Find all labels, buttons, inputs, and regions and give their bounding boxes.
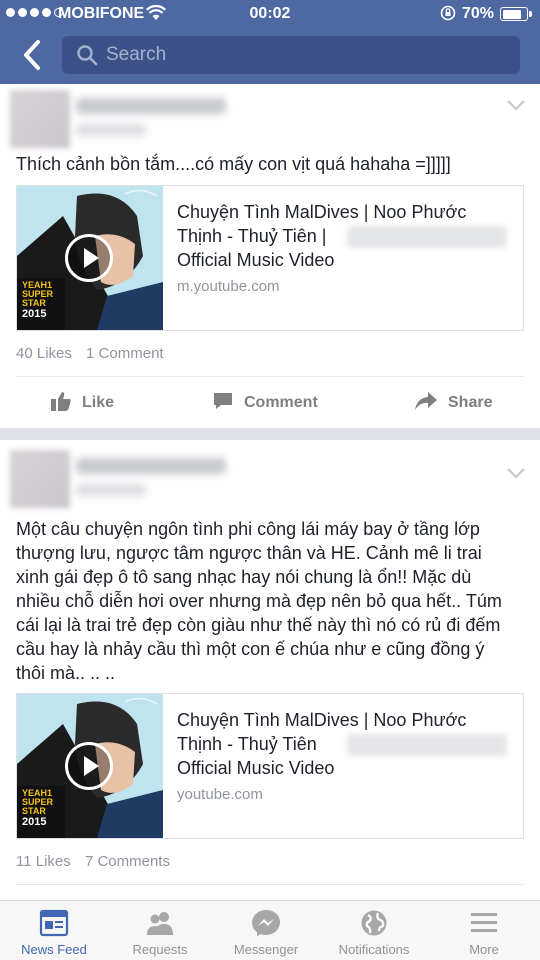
post-text-line: Một câu chuyện ngôn tình phi công lái má…	[16, 519, 480, 539]
comments-count[interactable]: 1 Comment	[86, 345, 164, 362]
thumb-year: 2015	[22, 308, 47, 320]
menu-icon	[469, 909, 499, 937]
thumbs-up-icon	[50, 390, 72, 417]
feed-post: Thích cảnh bồn tắm....có mấy con vịt quá…	[0, 84, 540, 428]
news-feed-icon	[39, 909, 69, 937]
author-name-redacted	[76, 98, 226, 114]
friend-requests-icon	[145, 909, 175, 937]
share-button[interactable]: Share	[414, 378, 492, 428]
link-preview[interactable]: YEAH1 SUPER STAR 2015 Chuyện Tình MalDiv…	[16, 693, 524, 839]
avatar[interactable]	[10, 450, 70, 508]
post-actions: Like Comment Share	[0, 378, 540, 428]
divider	[16, 376, 524, 377]
divider	[16, 884, 524, 885]
search-icon	[76, 44, 98, 66]
tab-more[interactable]: More	[430, 901, 538, 960]
tab-notifications[interactable]: Notifications	[320, 901, 428, 960]
post-text: Một câu chuyện ngôn tình phi công lái má…	[16, 517, 526, 685]
likes-count[interactable]: 40 Likes	[16, 345, 72, 362]
post-text-line: xinh gái đẹp ô tô sang nhạc hay nói chun…	[16, 567, 472, 587]
post-stats[interactable]: 40 Likes 1 Comment	[16, 345, 164, 362]
share-arrow-icon	[414, 390, 438, 417]
video-thumbnail[interactable]: YEAH1 SUPER STAR 2015	[17, 694, 163, 838]
tab-label: Requests	[132, 942, 188, 957]
thumb-text: STAR	[22, 806, 46, 816]
video-thumbnail[interactable]: YEAH1 SUPER STAR 2015	[17, 186, 163, 330]
title-redacted	[347, 734, 507, 756]
post-stats[interactable]: 11 Likes 7 Comments	[16, 853, 170, 870]
post-text-line: cầu hay là nhảy cầu thì một con ế chúa n…	[16, 639, 485, 659]
comment-label: Comment	[244, 394, 318, 411]
messenger-icon	[251, 909, 281, 937]
post-text: Thích cảnh bồn tắm....có mấy con vịt quá…	[16, 154, 451, 174]
status-bar: MOBIFONE 00:02 70%	[0, 0, 540, 28]
chevron-down-icon[interactable]	[506, 466, 526, 480]
back-button[interactable]	[18, 38, 48, 72]
play-icon[interactable]	[65, 742, 113, 790]
comment-icon	[212, 390, 234, 417]
thumb-year: 2015	[22, 816, 47, 828]
play-icon[interactable]	[65, 234, 113, 282]
link-domain: m.youtube.com	[177, 278, 280, 295]
link-title-line: Chuyện Tình MalDives | Noo Phước	[177, 202, 467, 222]
clock: 00:02	[249, 5, 291, 22]
battery-percent: 70%	[462, 5, 495, 22]
battery-icon	[500, 7, 532, 21]
post-text-line: thượng lưu, ngược tâm ngược thân và HE. …	[16, 543, 482, 563]
post-text-line: cái lại là trai trẻ đẹp còn giàu như thế…	[16, 615, 501, 635]
likes-count[interactable]: 11 Likes	[16, 853, 71, 870]
tab-label: Notifications	[338, 942, 410, 957]
share-label: Share	[448, 394, 493, 411]
like-button[interactable]: Like	[50, 378, 114, 428]
author-name-redacted	[76, 458, 226, 474]
tab-label: Messenger	[233, 942, 299, 957]
tab-messenger[interactable]: Messenger	[212, 901, 320, 960]
comment-button[interactable]: Comment	[212, 378, 318, 428]
post-time-redacted	[76, 484, 146, 496]
comments-count[interactable]: 7 Comments	[85, 853, 170, 870]
link-title-line: Official Music Video	[177, 758, 335, 778]
link-title-line: Official Music Video	[177, 250, 335, 270]
tab-bar: News Feed Requests Messenger Notificatio…	[0, 900, 540, 960]
post-text-line: nhiều chỗ diễn hơi over nhưng mà đẹp nên…	[16, 591, 502, 611]
search-input[interactable]: Search	[62, 36, 520, 74]
tab-label: News Feed	[21, 942, 87, 957]
top-bar: MOBIFONE 00:02 70% Search	[0, 0, 540, 84]
globe-icon	[359, 909, 389, 937]
post-time-redacted	[76, 124, 146, 136]
tab-news-feed[interactable]: News Feed	[0, 901, 108, 960]
link-preview[interactable]: YEAH1 SUPER STAR 2015 Chuyện Tình MalDiv…	[16, 185, 524, 331]
title-redacted	[347, 226, 507, 248]
search-placeholder: Search	[106, 44, 167, 65]
avatar[interactable]	[10, 90, 70, 148]
thumb-text: STAR	[22, 298, 46, 308]
link-domain: youtube.com	[177, 786, 263, 803]
link-title-line: Chuyện Tình MalDives | Noo Phước	[177, 710, 467, 730]
post-text-line: thôi mà.. .. ..	[16, 663, 116, 683]
chevron-down-icon[interactable]	[506, 98, 526, 112]
tab-label: More	[469, 942, 499, 957]
rotation-lock-icon	[440, 5, 456, 26]
like-label: Like	[82, 394, 115, 411]
tab-requests[interactable]: Requests	[106, 901, 214, 960]
feed-post: Một câu chuyện ngôn tình phi công lái má…	[0, 440, 540, 900]
